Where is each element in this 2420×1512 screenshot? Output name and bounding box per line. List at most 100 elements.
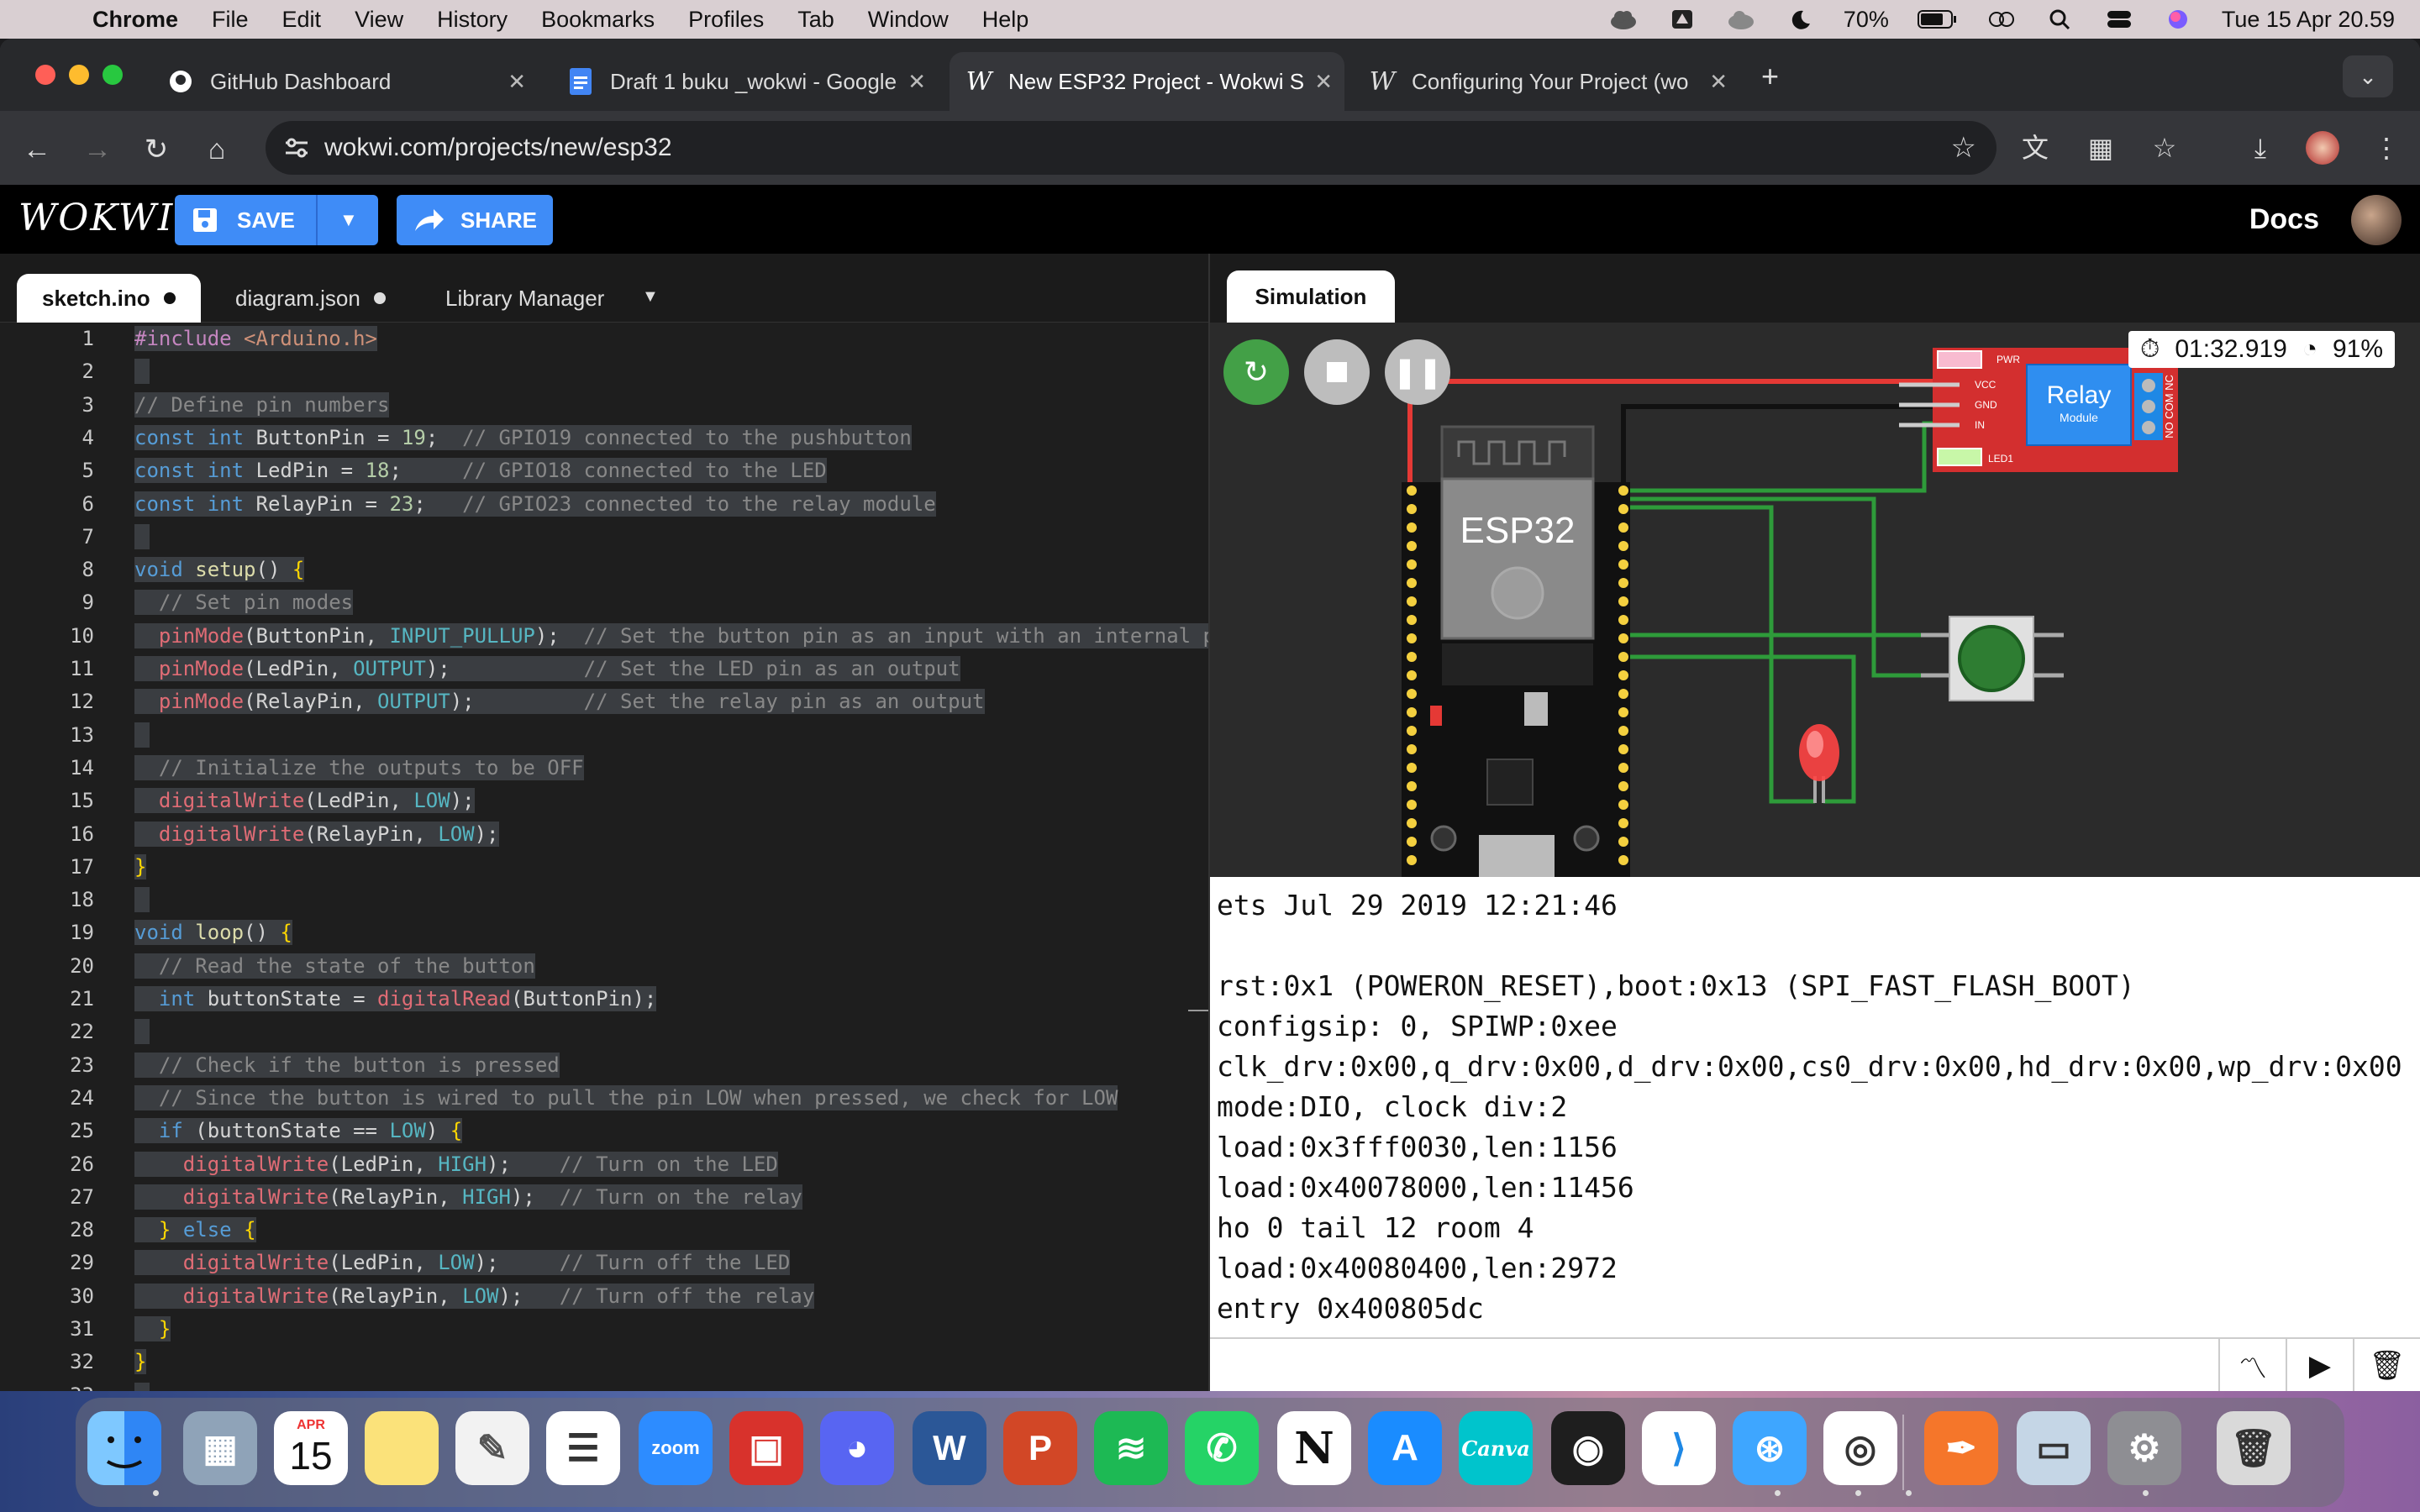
system-settings-icon[interactable]: ⚙ — [2107, 1411, 2181, 1485]
search-icon[interactable] — [2045, 8, 2075, 30]
tab-google-docs[interactable]: Draft 1 buku _wokwi - Google ✕ — [551, 52, 938, 111]
safari-icon[interactable]: ⊛ — [1733, 1411, 1807, 1485]
siri-icon[interactable] — [2163, 8, 2193, 30]
calendar-icon[interactable]: APR 15 — [274, 1411, 348, 1485]
restart-simulation-button[interactable]: ↻ — [1223, 339, 1289, 405]
code-line[interactable]: void setup() { — [134, 557, 305, 583]
download-icon[interactable]: ⤓ — [2242, 129, 2279, 166]
new-tab-button[interactable]: + — [1761, 59, 1779, 94]
code-area[interactable]: 1 #include <Arduino.h> 2 3// Define pin num… — [0, 323, 1215, 1391]
code-line[interactable]: // Check if the button is pressed — [134, 1052, 560, 1078]
reminders-icon[interactable]: ☰ — [546, 1411, 620, 1485]
code-line[interactable]: if (buttonState == LOW) { — [134, 1118, 463, 1144]
close-tab-icon[interactable]: ✕ — [508, 69, 526, 95]
plotter-chart-icon[interactable]: 〽 — [2218, 1339, 2286, 1391]
share-button[interactable]: SHARE — [397, 195, 553, 245]
forward-icon[interactable]: → — [81, 133, 114, 166]
save-dropdown-icon[interactable]: ▼ — [339, 209, 358, 231]
code-line[interactable]: int buttonState = digitalRead(ButtonPin)… — [134, 986, 657, 1011]
code-line[interactable] — [134, 523, 150, 549]
pause-simulation-button[interactable]: ❚❚ — [1385, 339, 1450, 405]
site-info-icon[interactable] — [282, 135, 311, 160]
powerpoint-icon[interactable]: P — [1003, 1411, 1077, 1485]
minimize-window-button[interactable] — [69, 65, 89, 85]
whatsapp-icon[interactable]: ✆ — [1185, 1411, 1259, 1485]
translate-icon[interactable]: 文 — [2017, 129, 2054, 166]
play-icon[interactable]: ▶ — [2286, 1339, 2353, 1391]
code-line[interactable]: #include <Arduino.h> — [134, 326, 377, 351]
tab-library-manager[interactable]: Library Manager — [420, 274, 629, 323]
bookmark-star-icon[interactable]: ☆ — [1951, 131, 1976, 165]
code-line[interactable]: digitalWrite(RelayPin, LOW); — [134, 821, 499, 847]
code-line[interactable] — [134, 1019, 150, 1045]
control-center-icon[interactable] — [2104, 8, 2134, 30]
code-line[interactable]: const int ButtonPin = 19; // GPIO19 conn… — [134, 424, 912, 450]
launchpad-icon[interactable]: ▦ — [183, 1411, 257, 1485]
textedit-icon[interactable]: ✎ — [455, 1411, 529, 1485]
bookmarks-icon[interactable]: ☆ — [2146, 129, 2183, 166]
discord-icon[interactable]: ◕ — [820, 1411, 894, 1485]
code-line[interactable]: digitalWrite(LedPin, HIGH); // Turn on t… — [134, 1151, 778, 1177]
code-line[interactable]: digitalWrite(RelayPin, HIGH); // Turn on… — [134, 1184, 802, 1210]
tab-diagram-json[interactable]: diagram.json — [210, 274, 411, 323]
serial-monitor-output[interactable]: ets Jul 29 2019 12:21:46 rst:0x1 (POWERO… — [1210, 877, 2420, 1337]
tab-grid-icon[interactable]: ▦ — [2082, 129, 2119, 166]
code-line[interactable]: digitalWrite(RelayPin, LOW); // Turn off… — [134, 1283, 815, 1309]
user-avatar[interactable] — [2351, 195, 2402, 245]
menu-history[interactable]: History — [437, 7, 508, 33]
menu-profiles[interactable]: Profiles — [688, 7, 764, 33]
trash-icon[interactable]: 🗑 — [2353, 1339, 2420, 1391]
tab-search-button[interactable]: ⌄ — [2343, 55, 2393, 97]
zoom-window-button[interactable] — [103, 65, 123, 85]
wokwi-logo[interactable]: WOKWI — [18, 197, 174, 239]
stop-simulation-button[interactable] — [1304, 339, 1370, 405]
menu-window[interactable]: Window — [868, 7, 949, 33]
more-menu-icon[interactable]: ⋮ — [2368, 129, 2405, 166]
code-line[interactable] — [134, 1382, 150, 1391]
code-line[interactable]: // Since the button is wired to pull the… — [134, 1084, 1118, 1110]
word-icon[interactable]: W — [913, 1411, 986, 1485]
tab-wokwi-esp32[interactable]: W New ESP32 Project - Wokwi S ✕ — [950, 52, 1344, 111]
zoom-icon[interactable]: zoom — [639, 1411, 713, 1485]
code-line[interactable] — [134, 722, 150, 748]
app-store-icon[interactable]: A — [1368, 1411, 1442, 1485]
close-tab-icon[interactable]: ✕ — [908, 69, 926, 95]
tab-wokwi-docs[interactable]: W Configuring Your Project (wo ✕ — [1353, 52, 1739, 111]
preview-icon[interactable]: ▭ — [2017, 1411, 2091, 1485]
code-line[interactable]: pinMode(LedPin, OUTPUT); // Set the LED … — [134, 656, 960, 681]
menu-help[interactable]: Help — [982, 7, 1029, 33]
back-icon[interactable]: ← — [20, 133, 54, 166]
docs-link[interactable]: Docs — [2249, 203, 2319, 236]
close-tab-icon[interactable]: ✕ — [1314, 69, 1333, 95]
trash-icon[interactable]: 🗑 — [2217, 1411, 2291, 1485]
tab-sketch-ino[interactable]: sketch.ino — [17, 274, 201, 323]
drive-icon[interactable] — [1667, 8, 1697, 30]
tab-github[interactable]: GitHub Dashboard ✕ — [151, 52, 538, 111]
notes-icon[interactable] — [365, 1411, 439, 1485]
cloud-sync-icon[interactable] — [1726, 8, 1756, 30]
menu-view[interactable]: View — [355, 7, 403, 33]
code-line[interactable] — [134, 359, 150, 385]
serial-monitor-input[interactable]: 〽 ▶ 🗑 — [1210, 1337, 2420, 1391]
code-line[interactable]: const int RelayPin = 23; // GPIO23 conne… — [134, 491, 936, 517]
code-line[interactable]: } — [134, 853, 147, 879]
vscode-icon[interactable]: ⟩ — [1642, 1411, 1716, 1485]
home-icon[interactable]: ⌂ — [200, 133, 234, 166]
menu-clock[interactable]: Tue 15 Apr 20.59 — [2222, 7, 2395, 33]
code-line[interactable]: } — [134, 1316, 171, 1341]
menu-app-name[interactable]: Chrome — [92, 7, 178, 33]
pages-icon[interactable]: ✒ — [1924, 1411, 1998, 1485]
photo-booth-icon[interactable]: ▣ — [729, 1411, 803, 1485]
profile-avatar[interactable] — [2306, 131, 2339, 165]
code-line[interactable]: pinMode(RelayPin, OUTPUT); // Set the re… — [134, 689, 985, 715]
battery-icon[interactable] — [1917, 8, 1958, 30]
code-line[interactable]: // Initialize the outputs to be OFF — [134, 754, 584, 780]
code-line[interactable]: // Set pin modes — [134, 590, 354, 616]
menu-file[interactable]: File — [212, 7, 249, 33]
url-field[interactable]: wokwi.com/projects/new/esp32 ☆ — [266, 121, 1996, 175]
simulation-canvas[interactable]: ESP32 Relay Module NO COM NC PWR VCC GND… — [1210, 323, 2420, 877]
cloud-icon[interactable] — [1608, 8, 1639, 30]
reload-icon[interactable]: ↻ — [139, 133, 173, 166]
code-line[interactable]: digitalWrite(LedPin, LOW); — [134, 788, 475, 814]
canva-icon[interactable]: Canva — [1459, 1411, 1533, 1485]
